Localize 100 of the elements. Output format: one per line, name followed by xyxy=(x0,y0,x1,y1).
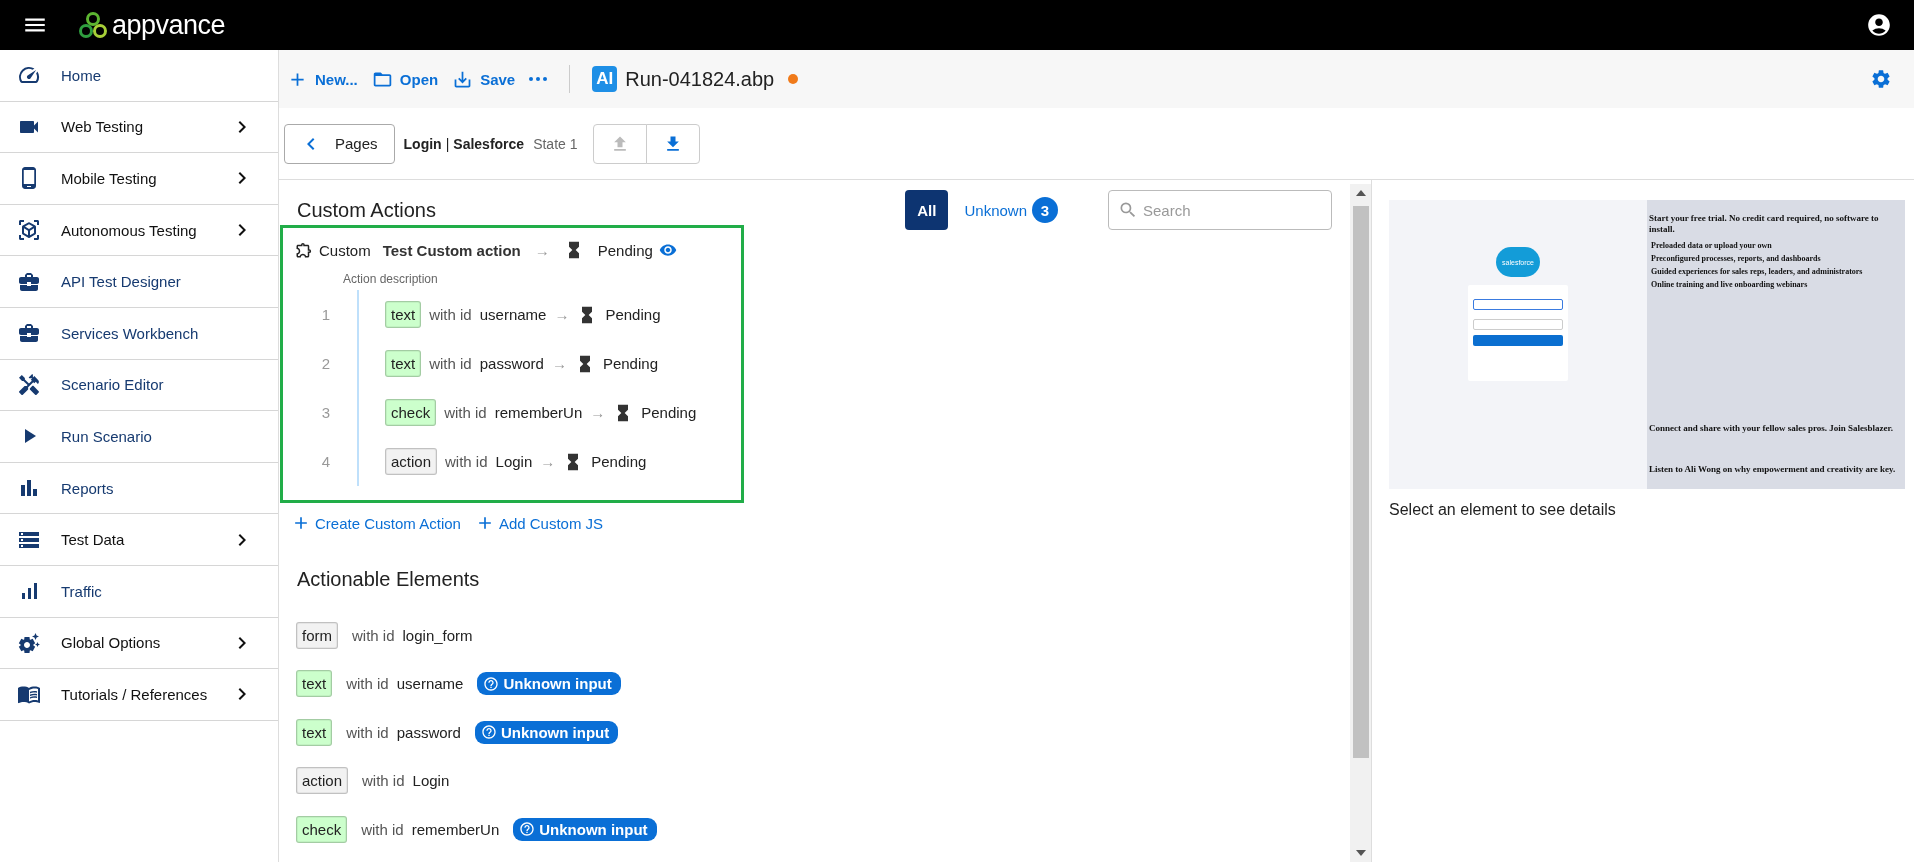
element-tag: form xyxy=(296,621,338,649)
element-tag: check xyxy=(296,815,348,843)
download-button[interactable] xyxy=(645,123,700,164)
sidebar-item[interactable]: Scenario Editor xyxy=(0,359,278,412)
element-id: login_form xyxy=(402,626,473,644)
eye-icon[interactable] xyxy=(658,241,677,259)
preview-heading: Listen to Ali Wong on why empowerment and creativity are key. xyxy=(1649,464,1897,475)
preview-text: Preconfigured processes, reports, and dashboards xyxy=(1651,253,1822,263)
account-icon[interactable] xyxy=(1866,12,1892,38)
element-id: password xyxy=(396,723,461,741)
element-id: rememberUn xyxy=(494,404,583,421)
page-name: Login xyxy=(403,135,442,152)
status-text: Pending xyxy=(641,404,697,421)
element-tag: text xyxy=(385,301,422,328)
step-number: 1 xyxy=(320,306,332,323)
sidebar-item[interactable]: Run Scenario xyxy=(0,411,278,463)
add-link[interactable]: Create Custom Action xyxy=(291,513,461,533)
element-id: Login xyxy=(412,772,450,790)
sidebar-item[interactable]: Test Data xyxy=(0,514,278,566)
sidebar-item[interactable]: Autonomous Testing xyxy=(0,204,278,257)
sidebar-item[interactable]: Services Workbench xyxy=(0,307,278,360)
step-number: 4 xyxy=(320,453,332,470)
state-label: State 1 xyxy=(533,135,578,152)
section-title: Actionable Elements xyxy=(297,567,481,591)
element-tag: check xyxy=(385,399,437,426)
sidebar-item[interactable]: Home xyxy=(0,50,278,102)
arrow: → xyxy=(590,404,606,421)
settings-button[interactable] xyxy=(1870,68,1892,90)
unknown-input-badge[interactable]: Unknown input xyxy=(474,720,619,744)
toolbar-button[interactable]: New... xyxy=(287,68,358,90)
action-type: Custom xyxy=(319,241,371,259)
search-icon xyxy=(1118,200,1138,220)
separator: | xyxy=(445,135,450,152)
step-number: 3 xyxy=(320,404,332,421)
with-id-label: with id xyxy=(445,453,488,470)
element-id: username xyxy=(396,675,464,693)
sidebar-item[interactable]: Mobile Testing xyxy=(0,153,278,205)
preview-heading: Start your free trial. No credit card required, no software to install. xyxy=(1649,213,1880,235)
section-title: Custom Actions xyxy=(297,198,437,222)
preview-text: Online training and live onboarding webinars xyxy=(1651,279,1809,289)
preview-text: Guided experiences for sales reps, leaders, and administrators xyxy=(1651,266,1864,276)
sidebar-item[interactable]: API Test Designer xyxy=(0,256,278,308)
arrow: → xyxy=(551,355,567,372)
question-icon xyxy=(483,675,500,692)
unknown-input-badge[interactable]: Unknown input xyxy=(477,672,621,696)
action-name: Test Custom action xyxy=(382,241,521,259)
element-tag: text xyxy=(296,718,333,746)
with-id-label: with id xyxy=(361,820,404,838)
element-id: Login xyxy=(495,453,533,470)
element-id: rememberUn xyxy=(411,820,500,838)
sidebar-item[interactable]: Traffic xyxy=(0,565,278,618)
logo-text: appvance xyxy=(112,9,226,41)
filter-tab[interactable]: Unknown 3 xyxy=(964,197,1058,223)
with-id-label: with id xyxy=(346,723,389,741)
preview-text: Preloaded data or upload your own xyxy=(1651,240,1773,250)
tools-icon xyxy=(17,372,41,397)
element-tag: text xyxy=(296,670,333,698)
status-text: Pending xyxy=(605,306,661,323)
status-text: Pending xyxy=(597,241,653,259)
puzzle-icon xyxy=(295,241,313,259)
preview-heading: Connect and share with your fellow sales pros. Join Salesblazer. xyxy=(1649,423,1894,435)
with-id-label: with id xyxy=(429,355,472,372)
with-id-label: with id xyxy=(429,306,472,323)
search-field[interactable]: Search xyxy=(1108,190,1332,230)
cube-icon xyxy=(17,218,41,243)
sidebar-item[interactable]: Web Testing xyxy=(0,101,278,154)
pages-button[interactable]: Pages xyxy=(284,123,395,164)
toolbar-button[interactable]: Open xyxy=(371,68,439,90)
add-link[interactable]: Add Custom JS xyxy=(474,513,604,533)
element-tag: text xyxy=(385,350,422,377)
with-id-label: with id xyxy=(362,772,405,790)
count-badge: 3 xyxy=(1032,197,1058,223)
toolbar-button[interactable]: Save xyxy=(452,68,516,90)
with-id-label: with id xyxy=(346,675,389,693)
gear-icon xyxy=(17,630,41,655)
step-number: 2 xyxy=(320,355,332,372)
status-text: Pending xyxy=(602,355,658,372)
arrow: → xyxy=(540,453,556,470)
arrow: → xyxy=(534,241,550,259)
element-tag: action xyxy=(385,448,438,475)
question-icon xyxy=(480,724,497,741)
logo-icon xyxy=(78,11,108,39)
arrow: → xyxy=(554,306,570,323)
sidebar-item[interactable]: Reports xyxy=(0,462,278,515)
element-id: username xyxy=(479,306,547,323)
status-text: Pending xyxy=(591,453,647,470)
with-id-label: with id xyxy=(352,626,395,644)
file-name: Run-041824.abp xyxy=(625,67,775,91)
element-id: password xyxy=(479,355,544,372)
filter-tab[interactable]: All xyxy=(905,190,949,230)
scrollbar[interactable] xyxy=(1350,184,1371,862)
unknown-input-badge[interactable]: Unknown input xyxy=(513,817,657,841)
site-name: Salesforce xyxy=(453,135,525,152)
sidebar-item[interactable]: Global Options xyxy=(0,617,278,670)
with-id-label: with id xyxy=(444,404,487,421)
sidebar-item[interactable]: Tutorials / References xyxy=(0,669,278,721)
details-hint: Select an element to see details xyxy=(1389,501,1617,519)
more-icon xyxy=(529,77,548,81)
more-button[interactable] xyxy=(529,77,548,81)
action-description: Action description xyxy=(343,272,439,286)
